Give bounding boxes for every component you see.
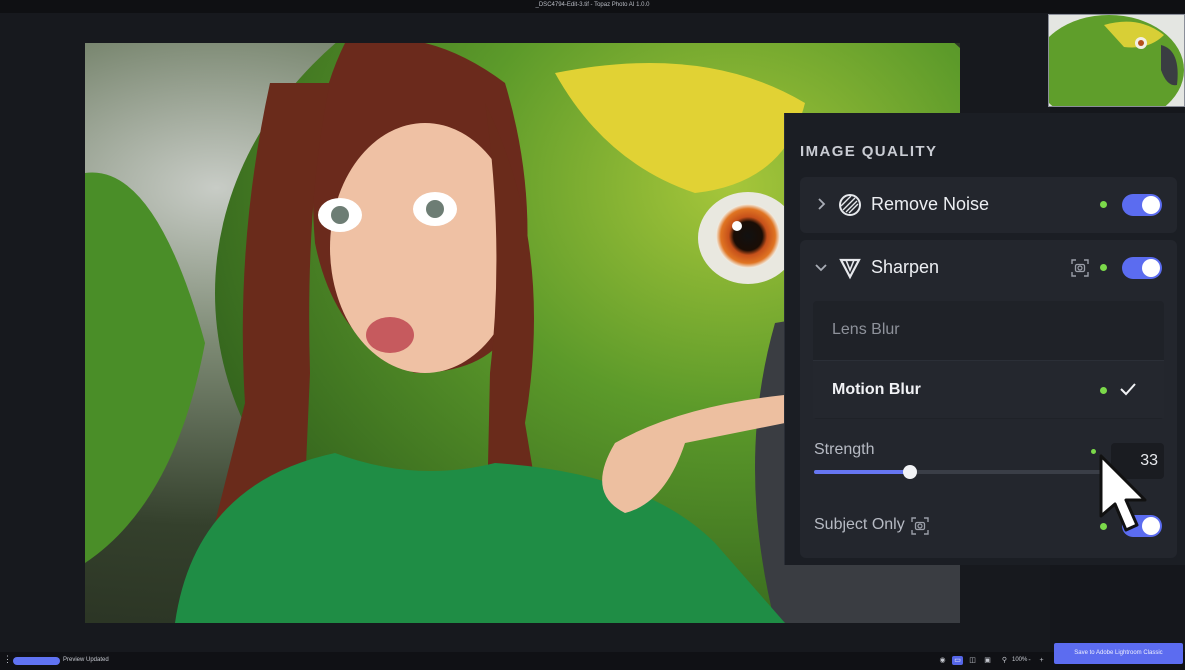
motion-blur-label: Motion Blur [832,381,921,398]
strength-label: Strength [814,441,875,458]
window-title: _DSC4794-Edit-3.tif - Topaz Photo AI 1.0… [535,2,650,8]
model-option-lens-blur[interactable]: Lens Blur [813,301,1164,359]
strength-slider-fill [814,470,910,474]
eye-icon[interactable]: ◉ [937,656,948,665]
parrot-thumbnail-image [1049,15,1184,106]
remove-noise-header[interactable]: Remove Noise [800,177,1177,233]
remove-noise-status-dot [1100,201,1107,208]
motion-blur-status-dot [1100,387,1107,394]
sharpen-label: Sharpen [871,257,940,277]
remove-noise-card[interactable]: Remove Noise [800,177,1177,233]
subject-only-label: Subject Only [814,516,905,533]
chevron-down-icon[interactable] [814,260,828,274]
remove-noise-label: Remove Noise [871,194,990,214]
strength-slider[interactable] [814,465,1104,479]
sharpen-header[interactable]: Sharpen [800,240,1177,296]
single-view-icon[interactable]: ▭ [952,656,963,665]
zoom-out-button[interactable]: - [1024,656,1035,665]
checkmark-icon [1118,379,1138,405]
side-by-side-icon[interactable]: ▣ [982,656,993,665]
sharpen-toggle[interactable] [1122,257,1162,279]
remove-noise-toggle[interactable] [1122,194,1162,216]
status-bar: ⋮ Preview Updated ◉ ▭ ◫ ▣ ⚲ 100% - + [0,652,1185,670]
more-menu-icon[interactable]: ⋮ [3,655,12,664]
strength-slider-handle[interactable] [902,465,917,479]
mouse-cursor-icon [1099,454,1147,532]
zoom-icon[interactable]: ⚲ [999,656,1010,665]
lens-blur-label: Lens Blur [832,321,900,338]
sharpen-icon [838,256,862,280]
split-view-icon[interactable]: ◫ [967,656,978,665]
progress-bar [13,657,60,665]
navigator-thumbnail[interactable] [1048,14,1185,107]
zoom-in-button[interactable]: + [1036,656,1047,665]
section-title: IMAGE QUALITY [800,143,938,160]
strength-status-dot [1091,449,1096,454]
subject-focus-icon[interactable] [1071,259,1089,277]
save-to-lightroom-button[interactable]: Save to Adobe Lightroom Classic [1054,643,1183,664]
model-option-motion-blur[interactable]: Motion Blur [813,360,1164,418]
sharpen-status-dot [1100,264,1107,271]
sharpen-model-list: Lens Blur Motion Blur [813,301,1164,419]
title-bar: _DSC4794-Edit-3.tif - Topaz Photo AI 1.0… [0,0,1185,13]
noise-icon [838,193,862,217]
status-text: Preview Updated [63,657,109,663]
subject-only-focus-icon [911,517,929,535]
chevron-right-icon[interactable] [814,197,828,211]
